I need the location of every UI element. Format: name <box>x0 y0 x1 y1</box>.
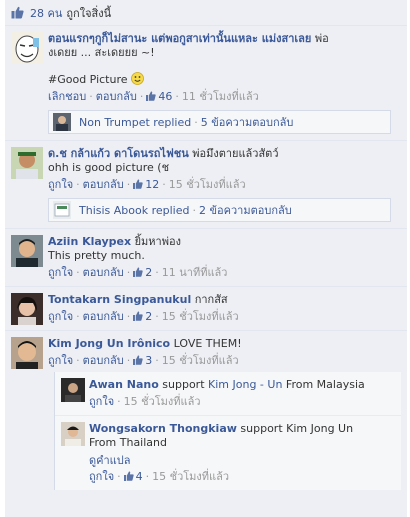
comment-item: Kim Jong Un Irônico LOVE THEM! ถูกใจ · ตอบ… <box>5 330 407 494</box>
like-link[interactable]: ถูกใจ <box>48 310 73 323</box>
reply-author[interactable]: Non Trumpet replied <box>79 116 191 129</box>
comment-text: กากสัส <box>194 293 228 306</box>
like-count-link[interactable]: 2 <box>145 310 152 323</box>
reply-link[interactable]: ตอบกลับ <box>83 310 124 323</box>
comment-author[interactable]: Kim Jong Un Irônico <box>48 337 170 350</box>
reply-item: Wongsakorn Thongkiaw support Kim Jong Un… <box>55 416 401 490</box>
comment-text: พ่อมึงตายแล้วสัตว์ <box>192 147 279 160</box>
comment-text-line: This pretty much. <box>48 249 145 262</box>
comment-item: ตอนแรกๆกูก็ไม่สานะ แต่พอกูสาเท่านั้นแหละ… <box>5 26 407 140</box>
avatar[interactable] <box>11 293 43 325</box>
unlike-link[interactable]: เลิกชอบ <box>48 90 86 103</box>
thumbs-up-icon <box>133 267 143 277</box>
like-link[interactable]: ถูกใจ <box>89 470 114 483</box>
avatar <box>53 201 71 219</box>
comment-actions: ถูกใจ · ตอบกลับ · 3 · 15 ชั่วโมงที่แล้ว <box>48 354 239 367</box>
comment-author[interactable]: Tontakarn Singpanukul <box>48 293 191 306</box>
avatar[interactable] <box>11 235 43 267</box>
reply-item: Awan Nano support Kim Jong - Un From Mal… <box>55 372 401 416</box>
comment-actions: ถูกใจ · ตอบกลับ · 2 · 11 นาทีที่แล้ว <box>48 266 228 279</box>
like-count-link[interactable]: 12 <box>145 178 159 191</box>
reply-thread: Awan Nano support Kim Jong - Un From Mal… <box>54 372 401 490</box>
avatar <box>53 113 71 131</box>
like-link[interactable]: ถูกใจ <box>48 266 73 279</box>
reply-text: support <box>162 378 205 391</box>
avatar[interactable] <box>11 337 43 369</box>
likes-text: ถูกใจสิ่งนี้ <box>66 6 112 20</box>
reply-author[interactable]: Wongsakorn Thongkiaw <box>89 422 237 435</box>
like-link[interactable]: ถูกใจ <box>48 354 73 367</box>
avatar[interactable] <box>61 378 85 402</box>
avatar[interactable] <box>11 32 43 64</box>
rage-face-avatar-icon <box>11 32 43 64</box>
likes-summary: 28 คน ถูกใจสิ่งนี้ <box>5 0 407 26</box>
thumbs-up-icon <box>133 179 143 189</box>
avatar[interactable] <box>11 147 43 179</box>
like-count-link[interactable]: 2 <box>145 266 152 279</box>
reply-actions: ถูกใจ · 15 ชั่วโมงที่แล้ว <box>89 395 201 408</box>
comment-text-line: #Good Picture <box>48 73 128 86</box>
comment-item: Tontakarn Singpanukul กากสัส ถูกใจ · ตอบกล… <box>5 286 407 330</box>
timestamp[interactable]: 11 ชั่วโมงที่แล้ว <box>182 90 259 103</box>
comment-actions: เลิกชอบ · ตอบกลับ · 46 · 11 ชั่วโมงที่แล้ว <box>48 90 259 103</box>
like-count-link[interactable]: 46 <box>158 90 172 103</box>
like-link[interactable]: ถูกใจ <box>89 395 114 408</box>
reply-count[interactable]: 2 ข้อความตอบกลับ <box>199 204 292 217</box>
comment-text-line: งเดยย ... สะเดยยย ~! <box>48 46 155 59</box>
thumbs-up-icon <box>11 6 24 19</box>
timestamp[interactable]: 15 ชั่วโมงที่แล้ว <box>152 470 229 483</box>
comment-text: LOVE THEM! <box>173 337 242 350</box>
thumbs-up-icon <box>123 471 134 481</box>
reply-link[interactable]: ตอบกลับ <box>83 178 124 191</box>
timestamp[interactable]: 15 ชั่วโมงที่แล้ว <box>124 395 201 408</box>
comment-item: ด.ช กล้าแก้ว ดาโดนรถไฟชน พ่อมึงตายแล้วสั… <box>5 140 407 228</box>
view-replies-bar[interactable]: Non Trumpet replied · 5 ข้อความตอบกลับ <box>48 110 391 134</box>
avatar[interactable] <box>61 422 85 446</box>
thumbs-up-icon <box>146 91 157 101</box>
reply-text-line: From Thailand <box>89 436 167 449</box>
comment-actions: ถูกใจ · ตอบกลับ · 12 · 15 ชั่วโมงที่แล้ว <box>48 178 246 191</box>
reply-actions: ถูกใจ · 4 · 15 ชั่วโมงที่แล้ว <box>89 470 230 483</box>
reply-link[interactable]: ตอบกลับ <box>96 90 137 103</box>
timestamp[interactable]: 11 นาทีที่แล้ว <box>162 266 228 279</box>
reply-count[interactable]: 5 ข้อความตอบกลับ <box>201 116 294 129</box>
thumbs-up-icon <box>133 355 143 365</box>
reply-text: support Kim Jong Un <box>240 422 354 435</box>
timestamp[interactable]: 15 ชั่วโมงที่แล้ว <box>169 178 246 191</box>
comments-panel: 28 คน ถูกใจสิ่งนี้ ตอนแรกๆกูก็ไม่สานะ แต… <box>5 0 407 517</box>
likes-count-link[interactable]: 28 คน <box>30 4 62 22</box>
comment-text: พ่อ <box>314 32 329 45</box>
comment-item: Aziin Klaypex ยิ้มหาพ่อง This pretty muc… <box>5 228 407 286</box>
like-count-link[interactable]: 3 <box>145 354 152 367</box>
comment-author[interactable]: Aziin Klaypex <box>48 235 131 248</box>
comment-text-line: ohh is good picture (ช <box>48 161 170 174</box>
reply-link[interactable]: ตอบกลับ <box>83 266 124 279</box>
timestamp[interactable]: 15 ชั่วโมงที่แล้ว <box>162 310 239 323</box>
comment-author[interactable]: ด.ช กล้าแก้ว ดาโดนรถไฟชน <box>48 147 189 160</box>
view-replies-bar[interactable]: Thisis Abook replied · 2 ข้อความตอบกลับ <box>48 198 391 222</box>
timestamp[interactable]: 15 ชั่วโมงที่แล้ว <box>162 354 239 367</box>
thumbs-up-icon <box>133 311 143 321</box>
mention-link[interactable]: Kim Jong - Un <box>208 378 282 391</box>
comment-author[interactable]: ตอนแรกๆกูก็ไม่สานะ แต่พอกูสาเท่านั้นแหละ… <box>48 32 311 45</box>
comment-text: ยิ้มหาพ่อง <box>134 235 181 248</box>
reply-author[interactable]: Thisis Abook replied <box>79 204 190 217</box>
reply-text: From Malaysia <box>285 378 365 391</box>
like-link[interactable]: ถูกใจ <box>48 178 73 191</box>
reply-author[interactable]: Awan Nano <box>89 378 159 391</box>
like-count-link[interactable]: 4 <box>136 470 143 483</box>
comment-actions: ถูกใจ · ตอบกลับ · 2 · 15 ชั่วโมงที่แล้ว <box>48 310 239 323</box>
smiley-emoticon-icon <box>131 72 144 85</box>
reply-link[interactable]: ตอบกลับ <box>83 354 124 367</box>
see-translation-link[interactable]: ดูคำแปล <box>89 454 131 467</box>
